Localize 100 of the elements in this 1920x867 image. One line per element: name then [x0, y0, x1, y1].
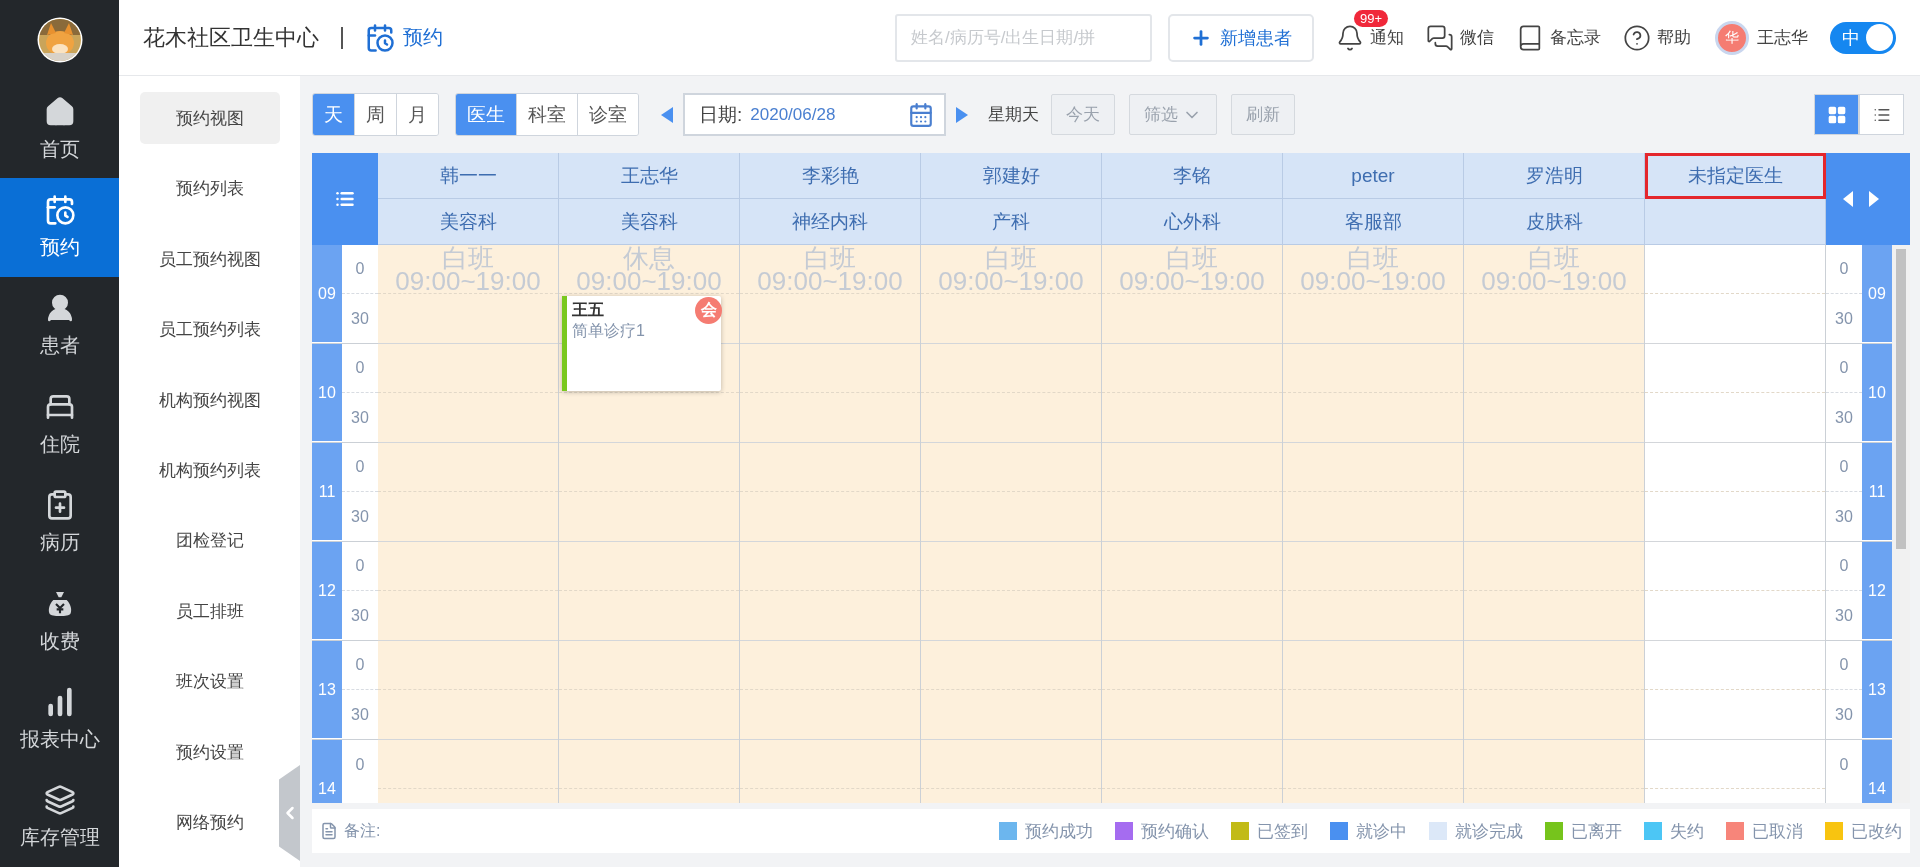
doctor-header: 李铭 — [1102, 153, 1283, 199]
grid-icon — [1826, 104, 1847, 125]
hour-label: 11 — [1862, 443, 1892, 541]
nav-label: 住院 — [39, 431, 80, 457]
nav-item[interactable]: 报表中心 — [0, 670, 119, 769]
hour-label: 14 — [312, 740, 342, 803]
minute-label: 30 — [350, 605, 370, 626]
calendar-icon — [908, 101, 934, 128]
memo-button[interactable]: 备忘录 — [1516, 23, 1601, 52]
chat-bubbles-icon — [1426, 23, 1454, 52]
nav-item[interactable]: 病历 — [0, 473, 119, 572]
shift-name: 白班 — [1347, 247, 1399, 270]
hour-label: 13 — [1862, 641, 1892, 739]
submenu-item[interactable]: 团检登记 — [139, 514, 280, 568]
submenu-item[interactable]: 员工预约视图 — [139, 232, 280, 286]
department-header: 美容科 — [378, 199, 559, 245]
department-header: 产科 — [921, 199, 1102, 245]
user-name: 王志华 — [1757, 27, 1808, 49]
doctor-header: 王志华 — [559, 153, 740, 199]
help-icon — [1623, 23, 1651, 52]
group-tab[interactable]: 科室 — [516, 94, 577, 135]
submenu-item[interactable]: 班次设置 — [139, 655, 280, 709]
submenu-item[interactable]: 员工预约列表 — [139, 303, 280, 356]
shift-hours: 09:00~19:00 — [938, 270, 1084, 293]
nav-item[interactable]: 住院 — [0, 375, 119, 474]
hour-label: 11 — [312, 443, 342, 541]
nav-label: 收费 — [39, 628, 80, 654]
legend-text: 失约 — [1670, 820, 1704, 843]
shift-hours: 09:00~19:00 — [1481, 270, 1627, 293]
nav-label: 病历 — [39, 530, 80, 556]
note-icon — [320, 822, 338, 840]
nav-label: 报表中心 — [19, 726, 100, 752]
list-view-button[interactable] — [1859, 94, 1904, 135]
minute-label: 30 — [1834, 407, 1854, 428]
scroll-right-button[interactable] — [1869, 191, 1879, 207]
minute-label: 30 — [1834, 704, 1854, 725]
nav-label: 首页 — [39, 136, 80, 162]
doctor-header: peter — [1283, 153, 1464, 199]
nav-item[interactable]: 首页 — [0, 79, 119, 179]
scrollbar[interactable] — [1892, 245, 1910, 803]
nav-item[interactable]: 收费 — [0, 571, 119, 671]
legend-text: 已取消 — [1752, 820, 1803, 843]
department-header: 皮肤科 — [1464, 199, 1645, 245]
language-toggle[interactable]: 中 — [1830, 21, 1896, 54]
minute-label: 30 — [350, 506, 370, 527]
add-patient-button[interactable]: 新增患者 — [1168, 13, 1314, 62]
shift-name: 白班 — [442, 247, 494, 270]
department-header: 心外科 — [1102, 199, 1283, 245]
doctor-header: 韩一一 — [378, 153, 559, 199]
doctor-header: 未指定医生 — [1645, 153, 1826, 199]
minute-label: 30 — [1834, 308, 1854, 329]
legend-text: 已改约 — [1851, 820, 1902, 843]
minute-label: 30 — [1834, 506, 1854, 527]
submenu-item[interactable]: 机构预约列表 — [139, 444, 280, 497]
scroll-left-button[interactable] — [1843, 191, 1853, 207]
patient-name: 王五 — [572, 300, 604, 320]
search-field[interactable]: 姓名/病历号/出生日期/拼 — [895, 13, 1152, 62]
legend-text: 预约成功 — [1025, 820, 1093, 843]
department-header: 神经内科 — [740, 199, 921, 245]
hour-label: 14 — [1862, 740, 1892, 803]
nav-item[interactable]: 患者 — [0, 276, 119, 376]
nav-item[interactable]: 预约 — [0, 178, 119, 277]
hour-label: 09 — [312, 245, 342, 343]
column-menu-button[interactable] — [312, 153, 378, 245]
submenu-item[interactable]: 网络预约 — [139, 796, 280, 849]
shift-name: 白班 — [1528, 247, 1580, 270]
submenu-item[interactable]: 员工排班 — [139, 585, 280, 638]
hour-label: 12 — [312, 542, 342, 640]
nav-item[interactable]: 库存管理 — [0, 768, 119, 867]
wechat-button[interactable]: 微信 — [1426, 23, 1494, 52]
minute-label: 30 — [350, 407, 370, 428]
group-tab[interactable]: 诊室 — [577, 94, 638, 135]
appointment-card[interactable]: 王五 简单诊疗1 会 — [562, 296, 721, 391]
submenu-item[interactable]: 预约设置 — [139, 726, 280, 779]
notification-badge: 99+ — [1354, 9, 1389, 27]
nav-label: 患者 — [39, 333, 80, 359]
submenu-item[interactable]: 预约列表 — [139, 162, 280, 215]
department-header: 美容科 — [559, 199, 740, 245]
range-tab[interactable]: 月 — [396, 94, 438, 135]
shift-name: 白班 — [985, 247, 1037, 270]
help-button[interactable]: 帮助 — [1623, 23, 1691, 52]
department-header: 客服部 — [1283, 199, 1464, 245]
calendar-clock-icon — [365, 22, 395, 53]
submenu-item[interactable]: 机构预约视图 — [139, 373, 280, 427]
hour-label: 10 — [312, 344, 342, 442]
nav-label: 库存管理 — [19, 825, 100, 851]
layers-icon — [43, 784, 76, 817]
legend-text: 就诊完成 — [1455, 820, 1523, 843]
minute-label: 0 — [1838, 754, 1850, 775]
shift-hours: 09:00~19:00 — [1119, 270, 1265, 293]
legend-text: 就诊中 — [1356, 820, 1407, 843]
date-field[interactable]: 日期: 2020/06/28 — [683, 93, 946, 136]
range-tab[interactable]: 周 — [354, 94, 396, 135]
bell-icon — [1336, 23, 1364, 52]
shift-hours: 09:00~19:00 — [757, 270, 903, 293]
weekday-label: 星期天 — [988, 104, 1039, 126]
submenu-item[interactable]: 预约视图 — [139, 92, 280, 145]
clinic-name: 花木社区卫生中心 — [143, 23, 319, 52]
grid-view-button[interactable] — [1814, 94, 1859, 135]
legend-text: 已离开 — [1571, 820, 1622, 843]
